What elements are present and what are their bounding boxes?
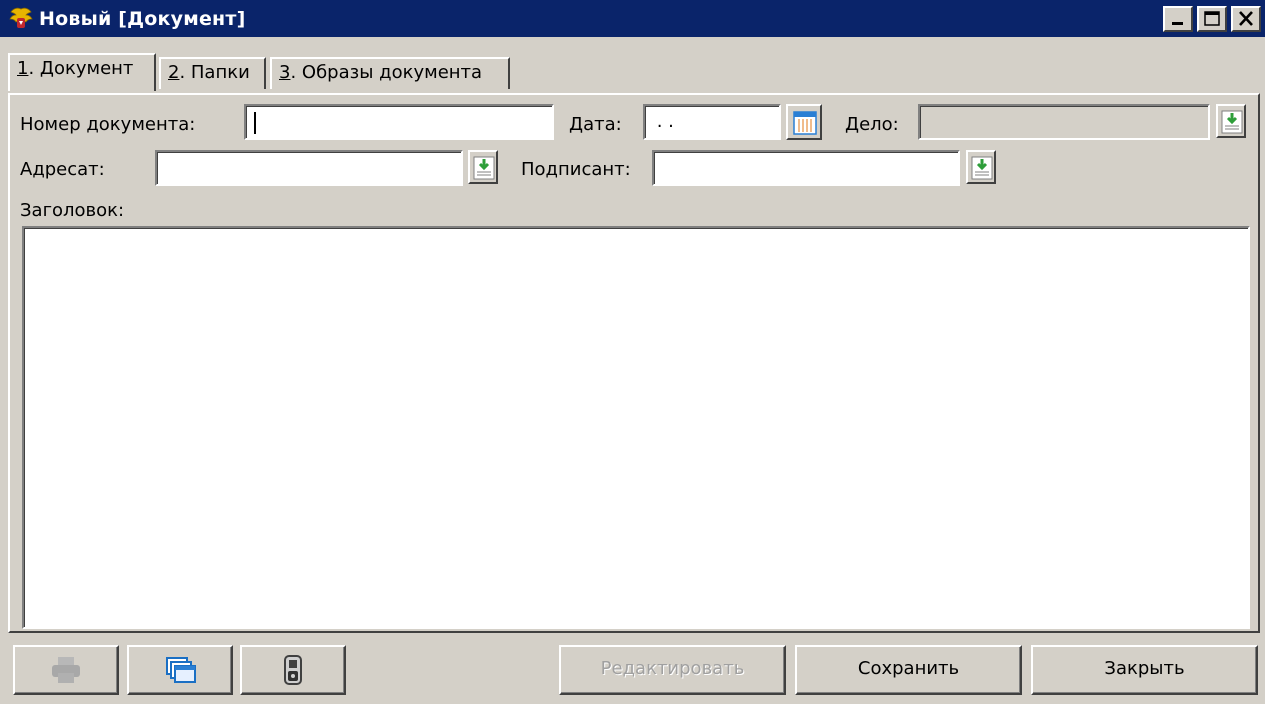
heading-textarea[interactable] [22,226,1250,629]
lock-icon [284,655,302,685]
tab-document-label: . Документ [28,58,134,79]
windows-button[interactable] [127,645,233,695]
select-from-list-icon [473,156,495,180]
heading-label: Заголовок: [20,200,125,221]
windows-icon [166,657,196,683]
tab-document-images[interactable]: 3. Образы документа [270,57,510,89]
save-button[interactable]: Сохранить [795,645,1022,695]
text-caret [254,112,256,134]
tab-folders-label: . Папки [179,62,250,83]
edit-button[interactable]: Редактировать [559,645,786,695]
lock-button[interactable] [240,645,346,695]
signer-input[interactable] [652,150,960,186]
signer-label: Подписант: [521,159,631,180]
date-value: . . [651,111,674,132]
title-bar[interactable]: Новый [Документ] [0,0,1265,37]
case-input [918,104,1210,140]
calendar-button[interactable] [786,104,822,140]
close-icon [1239,11,1253,26]
select-from-list-icon [971,156,993,180]
tab-folders[interactable]: 2. Папки [159,57,266,89]
minimize-icon [1172,22,1183,25]
signer-pick-button[interactable] [966,150,996,184]
tab-images-hotkey: 3 [279,62,291,83]
tab-folders-hotkey: 2 [168,62,180,83]
tab-document-hotkey: 1 [17,58,29,79]
tab-images-label: . Образы документа [290,62,483,83]
doc-number-label: Номер документа: [20,114,196,135]
print-button[interactable] [13,645,119,695]
minimize-button[interactable] [1163,6,1193,32]
addressee-input[interactable] [155,150,463,186]
date-label: Дата: [569,114,622,135]
close-window-button[interactable]: Закрыть [1031,645,1258,695]
addressee-label: Адресат: [20,159,105,180]
window-title: Новый [Документ] [39,7,246,30]
close-button[interactable] [1231,6,1261,32]
printer-icon [52,657,80,683]
maximize-button[interactable] [1197,6,1227,32]
case-pick-button[interactable] [1216,104,1246,138]
case-label: Дело: [845,114,899,135]
doc-number-input[interactable] [244,104,554,140]
maximize-icon [1204,11,1220,26]
addressee-pick-button[interactable] [468,150,498,184]
emblem-icon [9,7,33,28]
calendar-icon [793,111,817,135]
tab-document[interactable]: 1. Документ [8,53,156,91]
date-input[interactable]: . . [643,104,781,140]
document-window: Новый [Документ] 1. Документ 2. Папки 3.… [0,0,1265,704]
select-from-list-icon [1221,110,1243,134]
